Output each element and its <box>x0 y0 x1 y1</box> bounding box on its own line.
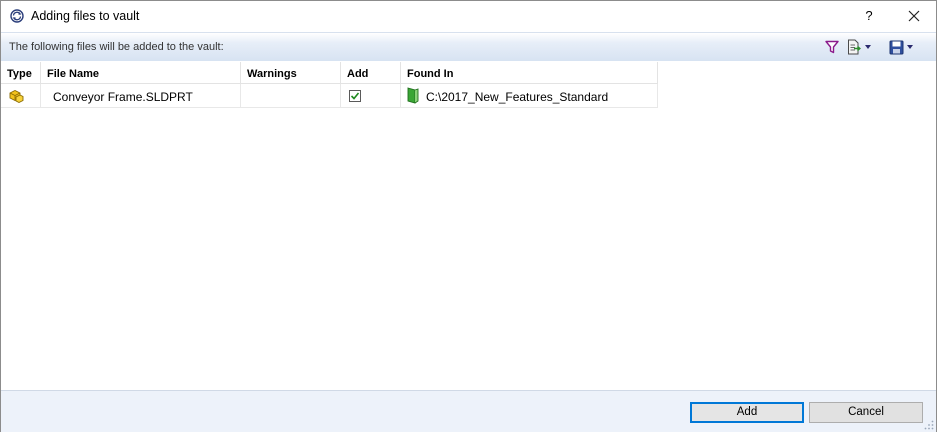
info-bar: The following files will be added to the… <box>1 32 936 61</box>
found-in-cell: C:\2017_New_Features_Standard <box>401 84 658 107</box>
close-icon <box>908 10 920 22</box>
found-in-path: C:\2017_New_Features_Standard <box>426 90 609 104</box>
chevron-down-icon <box>907 45 913 49</box>
vault-refresh-icon <box>10 9 24 23</box>
part-icon <box>9 89 24 104</box>
export-button[interactable] <box>847 39 871 55</box>
file-name: Conveyor Frame.SLDPRT <box>53 90 193 104</box>
resize-grip-icon[interactable] <box>924 420 934 430</box>
file-name-cell: Conveyor Frame.SLDPRT <box>41 84 241 107</box>
type-cell <box>1 84 41 107</box>
save-button[interactable] <box>889 39 913 55</box>
title-bar: Adding files to vault ? <box>1 1 936 32</box>
export-icon <box>848 39 861 55</box>
column-header-found-in[interactable]: Found In <box>401 62 658 83</box>
add-files-dialog: Adding files to vault ? The following fi… <box>0 0 937 432</box>
warnings-cell <box>241 84 341 107</box>
add-cell <box>341 84 401 107</box>
files-table: Type File Name Warnings Add Found In Con… <box>1 62 658 108</box>
table-header: Type File Name Warnings Add Found In <box>1 62 658 84</box>
save-icon <box>889 40 904 54</box>
chevron-down-icon <box>865 45 871 49</box>
filter-button[interactable] <box>825 39 839 55</box>
column-header-warnings[interactable]: Warnings <box>241 62 341 83</box>
table-row[interactable]: Conveyor Frame.SLDPRT C:\2017_New_Featur… <box>1 84 658 108</box>
help-button[interactable]: ? <box>856 5 882 27</box>
close-button[interactable] <box>901 5 927 27</box>
filter-icon <box>825 40 839 54</box>
window-title: Adding files to vault <box>31 9 140 23</box>
column-header-type[interactable]: Type <box>1 62 41 83</box>
column-header-file-name[interactable]: File Name <box>41 62 241 83</box>
add-button[interactable]: Add <box>690 402 804 423</box>
button-bar: Add Cancel <box>1 390 936 432</box>
cancel-button[interactable]: Cancel <box>809 402 923 423</box>
info-text: The following files will be added to the… <box>9 41 224 53</box>
folder-icon <box>407 87 419 104</box>
add-checkbox[interactable] <box>349 90 361 102</box>
column-header-add[interactable]: Add <box>341 62 401 83</box>
